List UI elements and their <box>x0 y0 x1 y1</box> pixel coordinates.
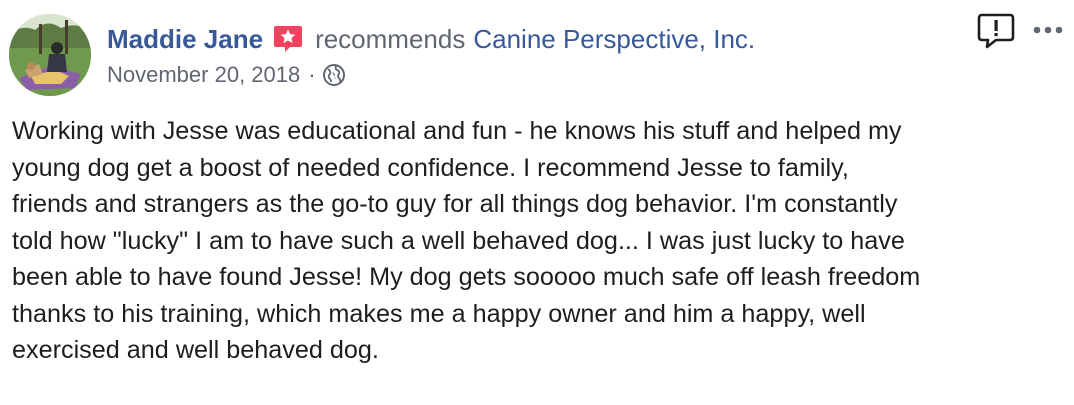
action-text: recommends <box>315 24 466 54</box>
page-link[interactable]: Canine Perspective, Inc. <box>473 22 755 56</box>
post-body: Working with Jesse was educational and f… <box>12 117 921 364</box>
avatar-photo <box>9 14 91 96</box>
more-options-icon[interactable] <box>1030 14 1066 44</box>
report-icon[interactable] <box>976 11 1016 51</box>
recommendation-post: Maddie Jane recommends Canine Perspectiv… <box>0 0 1074 405</box>
author-name[interactable]: Maddie Jane <box>107 22 263 56</box>
post-header: Maddie Jane recommends Canine Perspectiv… <box>107 22 755 56</box>
meta-separator: · <box>308 62 316 87</box>
post-date[interactable]: November 20, 2018 <box>107 60 300 90</box>
globe-icon[interactable] <box>322 63 346 87</box>
post-meta: November 20, 2018 · <box>107 60 346 90</box>
recommendation-star-icon <box>274 26 303 52</box>
avatar[interactable] <box>9 14 91 96</box>
